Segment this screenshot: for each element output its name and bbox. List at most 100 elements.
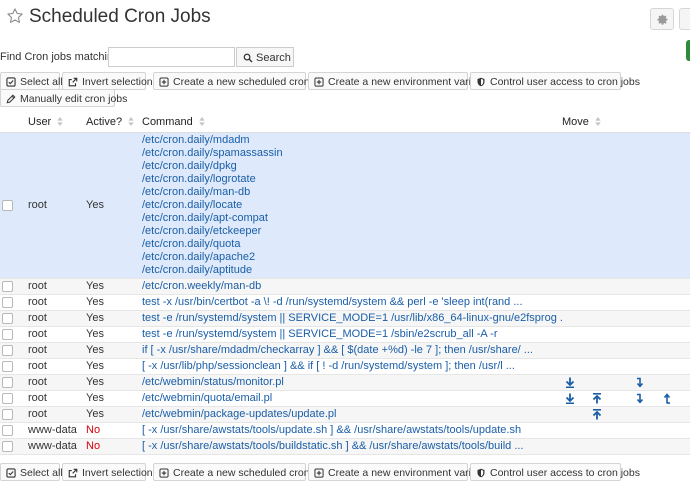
star-icon[interactable] <box>6 7 24 25</box>
column-header-move[interactable]: Move <box>562 112 690 133</box>
row-checkbox[interactable] <box>2 344 13 356</box>
table-row[interactable]: root Yes/etc/webmin/status/monitor.pl <box>0 374 690 391</box>
search-button[interactable]: Search <box>236 47 294 67</box>
table-row[interactable]: root Yes/etc/webmin/package-updates/updat… <box>0 406 690 423</box>
command-link[interactable]: /etc/cron.daily/apt-compat <box>142 212 562 225</box>
table-row[interactable]: www-data No[ -x /usr/share/awstats/tools/… <box>0 422 690 439</box>
module-config-button[interactable] <box>650 8 674 30</box>
row-user: www-data <box>28 438 86 455</box>
control-user-access-label: Control user access to cron jobs <box>490 467 640 479</box>
table-row[interactable]: root Yes test -x /usr/bin/certbot -a \! -d… <box>0 294 690 311</box>
plus-square-icon <box>314 468 324 478</box>
column-header-user[interactable]: User <box>28 112 86 133</box>
row-command: /etc/cron.daily/mdadm/etc/cron.daily/spa… <box>142 132 562 279</box>
command-link[interactable]: [ -x /usr/lib/php/sessionclean ] && if [… <box>142 360 562 373</box>
table-row[interactable]: root Yes test -e /run/systemd/system || SE… <box>0 326 690 343</box>
control-user-access-button-bottom[interactable]: Control user access to cron jobs <box>470 463 640 481</box>
row-checkbox[interactable] <box>2 280 13 292</box>
command-link[interactable]: /etc/cron.daily/logrotate <box>142 173 562 186</box>
command-link[interactable]: /etc/webmin/status/monitor.pl <box>142 376 562 389</box>
move-down-icon[interactable] <box>565 393 575 404</box>
command-link[interactable]: test -e /run/systemd/system || SERVICE_M… <box>142 328 562 341</box>
command-link[interactable]: test -x /usr/bin/certbot -a \! -d /run/s… <box>142 296 562 309</box>
table-row[interactable]: www-data No[ -x /usr/share/awstats/tools/… <box>0 438 690 455</box>
row-checkbox[interactable] <box>2 424 13 436</box>
command-link[interactable]: /etc/cron.weekly/man-db <box>142 280 562 293</box>
row-checkbox[interactable] <box>2 408 13 420</box>
select-all-button-bottom[interactable]: Select all <box>0 463 63 481</box>
command-link[interactable]: /etc/cron.daily/etckeeper <box>142 225 562 238</box>
search-label: Find Cron jobs matching <box>0 51 120 63</box>
move-down-icon[interactable] <box>565 377 575 388</box>
move-down-one-icon[interactable] <box>634 377 644 388</box>
create-env-variable-button[interactable]: Create a new environment variable <box>308 72 491 90</box>
table-row[interactable]: root Yes if [ -x /usr/share/mdadm/checkarr… <box>0 342 690 359</box>
row-active-status: Yes <box>86 406 142 423</box>
command-link[interactable]: [ -x /usr/share/awstats/tools/update.sh … <box>142 424 562 437</box>
row-checkbox[interactable] <box>2 376 13 388</box>
create-env-variable-button-bottom[interactable]: Create a new environment variable <box>308 463 491 481</box>
control-user-access-button[interactable]: Control user access to cron jobs <box>470 72 640 90</box>
row-checkbox[interactable] <box>2 440 13 452</box>
create-cron-job-button[interactable]: Create a new scheduled cron job <box>153 72 327 90</box>
command-link[interactable]: /etc/cron.daily/quota <box>142 238 562 251</box>
table-row[interactable]: root Yes/etc/webmin/quota/email.pl <box>0 390 690 407</box>
select-all-label: Select all <box>20 467 63 479</box>
command-link[interactable]: if [ -x /usr/share/mdadm/checkarray ] &&… <box>142 344 562 357</box>
row-checkbox[interactable] <box>2 312 13 324</box>
column-header-command[interactable]: Command <box>142 112 562 133</box>
row-checkbox[interactable] <box>2 296 13 308</box>
table-row[interactable]: root Yes[ -x /usr/lib/php/sessionclean ] … <box>0 358 690 375</box>
command-link[interactable]: /etc/webmin/package-updates/update.pl <box>142 408 562 421</box>
table-row[interactable]: root Yes/etc/cron.daily/mdadm/etc/cron.da… <box>0 132 690 279</box>
create-env-variable-label: Create a new environment variable <box>328 76 491 88</box>
command-link[interactable]: /etc/cron.daily/dpkg <box>142 160 562 173</box>
table-row[interactable]: root Yes test -e /run/systemd/system || SE… <box>0 310 690 327</box>
command-link[interactable]: /etc/cron.daily/man-db <box>142 186 562 199</box>
row-active-status: Yes <box>86 132 142 279</box>
manual-edit-label: Manually edit cron jobs <box>20 93 128 105</box>
table-row[interactable]: root Yes/etc/cron.weekly/man-db <box>0 278 690 295</box>
row-user: root <box>28 132 86 279</box>
row-active-status: Yes <box>86 342 142 359</box>
row-active-status: Yes <box>86 374 142 391</box>
row-checkbox[interactable] <box>2 360 13 372</box>
row-active-status: Yes <box>86 326 142 343</box>
column-header-active[interactable]: Active? <box>86 112 142 133</box>
row-command: /etc/webmin/quota/email.pl <box>142 390 562 407</box>
move-up-icon[interactable] <box>592 408 602 420</box>
manual-edit-button[interactable]: Manually edit cron jobs <box>0 89 127 107</box>
row-user: root <box>28 374 86 391</box>
command-link[interactable]: test -e /run/systemd/system || SERVICE_M… <box>142 312 562 325</box>
plus-square-icon <box>159 77 169 87</box>
select-all-button[interactable]: Select all <box>0 72 63 90</box>
row-checkbox[interactable] <box>2 199 13 211</box>
share-square-icon <box>68 77 78 87</box>
row-checkbox-cell <box>0 438 28 455</box>
row-checkbox[interactable] <box>2 328 13 340</box>
row-checkbox-cell <box>0 342 28 359</box>
invert-selection-button-bottom[interactable]: Invert selection <box>62 463 153 481</box>
command-link[interactable]: /etc/webmin/quota/email.pl <box>142 392 562 405</box>
check-square-icon <box>6 468 16 478</box>
row-move-controls <box>562 374 690 391</box>
command-link[interactable]: /etc/cron.daily/spamassassin <box>142 147 562 160</box>
command-link[interactable]: /etc/cron.daily/locate <box>142 199 562 212</box>
row-user: root <box>28 358 86 375</box>
table-body: root Yes/etc/cron.daily/mdadm/etc/cron.da… <box>0 132 690 455</box>
create-cron-job-button-bottom[interactable]: Create a new scheduled cron job <box>153 463 327 481</box>
plus-square-icon <box>314 77 324 87</box>
command-link[interactable]: /etc/cron.daily/mdadm <box>142 134 562 147</box>
row-checkbox[interactable] <box>2 392 13 404</box>
command-link[interactable]: [ -x /usr/share/awstats/tools/buildstati… <box>142 440 562 453</box>
move-down-one-icon[interactable] <box>634 393 644 404</box>
invert-selection-button[interactable]: Invert selection <box>62 72 153 90</box>
search-input[interactable] <box>108 47 235 67</box>
search-docs-button[interactable] <box>679 8 690 30</box>
command-link[interactable]: /etc/cron.daily/apache2 <box>142 251 562 264</box>
move-up-one-icon[interactable] <box>662 392 672 404</box>
row-user: root <box>28 390 86 407</box>
row-active-status: Yes <box>86 278 142 295</box>
command-link[interactable]: /etc/cron.daily/aptitude <box>142 264 562 277</box>
move-up-icon[interactable] <box>592 392 602 404</box>
